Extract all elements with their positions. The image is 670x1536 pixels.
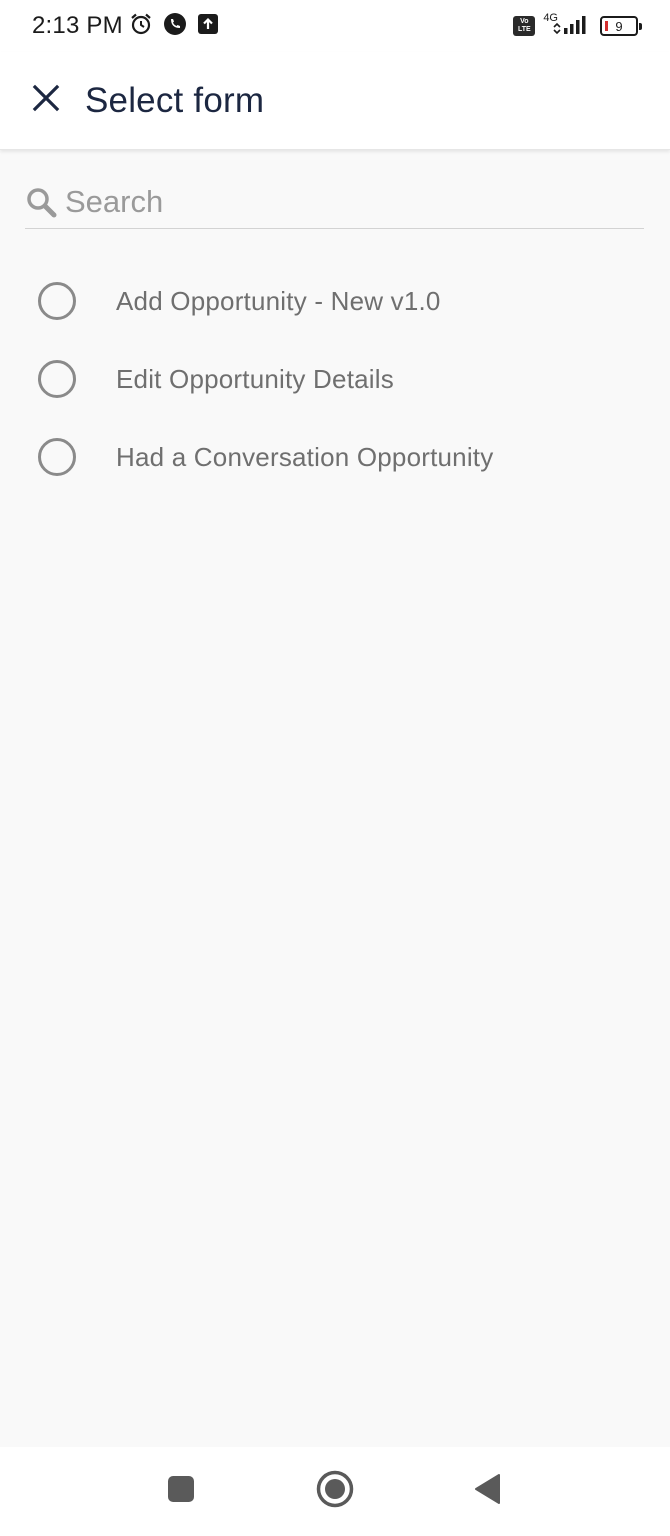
back-button[interactable] [458,1461,518,1521]
status-notification-icons [129,12,219,41]
radio-button[interactable] [38,282,76,320]
close-button[interactable] [18,73,74,129]
status-system-icons: Vo LTE 4G 9 [513,12,642,40]
radio-button[interactable] [38,438,76,476]
volte-badge: Vo LTE [513,16,536,36]
app-bar: Select form [0,52,670,150]
alarm-icon [129,12,153,41]
upload-icon [197,13,219,40]
form-option[interactable]: Had a Conversation Opportunity [0,418,670,496]
recents-icon [166,1474,196,1509]
screen: 2:13 PM Vo LTE 4G 9 Select form Search A… [0,0,670,1536]
search-icon [25,186,57,218]
status-time: 2:13 PM [32,12,123,39]
form-option[interactable]: Edit Opportunity Details [0,340,670,418]
battery-icon: 9 [600,16,642,36]
home-icon [315,1469,355,1514]
signal-icon [552,13,592,40]
form-option-label: Had a Conversation Opportunity [116,441,494,472]
battery-fill [605,21,608,31]
form-list: Add Opportunity - New v1.0 Edit Opportun… [0,262,670,496]
close-icon [32,84,60,117]
form-option[interactable]: Add Opportunity - New v1.0 [0,262,670,340]
navigation-bar [0,1447,670,1536]
form-option-label: Add Opportunity - New v1.0 [116,285,441,316]
form-option-label: Edit Opportunity Details [116,363,394,394]
home-button[interactable] [305,1461,365,1521]
search-bar [25,176,644,229]
search-input[interactable] [65,178,644,226]
status-bar: 2:13 PM Vo LTE 4G 9 [0,0,670,52]
recents-button[interactable] [151,1461,211,1521]
phone-call-icon [163,12,187,41]
page-title: Select form [85,80,265,120]
network-type: 4G [543,12,558,24]
battery-level: 9 [615,18,623,34]
radio-button[interactable] [38,360,76,398]
back-icon [473,1473,503,1510]
